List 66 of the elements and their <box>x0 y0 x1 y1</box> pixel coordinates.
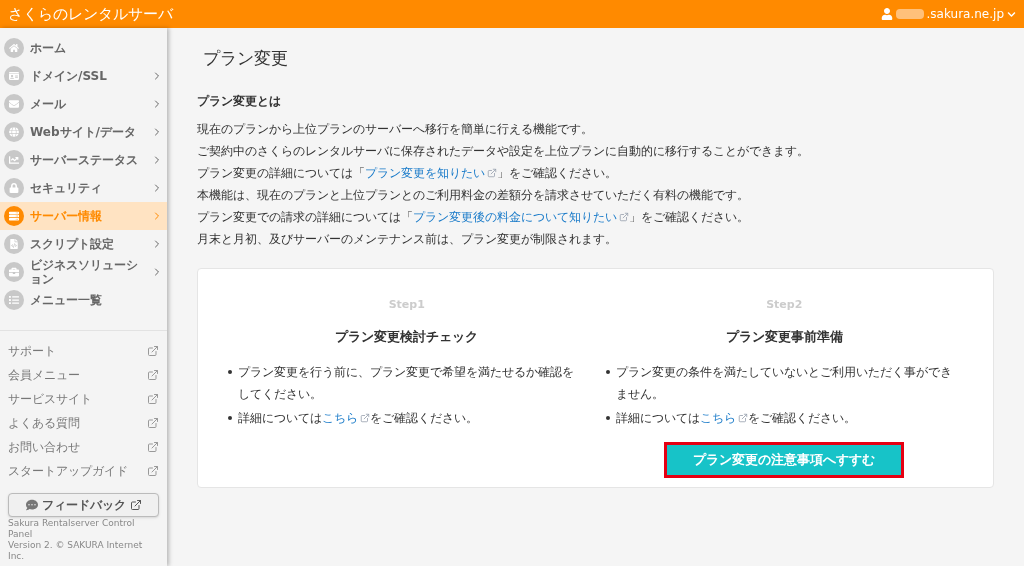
link[interactable]: プラン変更を知りたい <box>365 161 497 184</box>
paragraph: プラン変更の条件を満たしていないとご利用いただく事ができません。 <box>615 363 953 403</box>
external-link-icon <box>619 211 629 222</box>
nav-item[interactable]: メニュー一覧 <box>0 286 167 314</box>
paragraph: 現在のプランから上位プランのサーバーへ移行を簡単に行える機能です。 <box>197 120 594 138</box>
link[interactable]: こちら <box>699 406 748 429</box>
blurred-block <box>895 9 924 19</box>
external-link-icon <box>147 417 159 429</box>
chart-icon <box>4 150 24 170</box>
bullet-icon <box>228 415 232 420</box>
external-link-icon <box>487 167 497 178</box>
bullet-icon <box>605 369 610 374</box>
paragraph: プラン変更を行う前に、プラン変更で希望を満たせるか確認をしてください。 <box>238 363 575 403</box>
external-link-icon <box>737 412 748 423</box>
nav-item[interactable]: サーバーステータス <box>0 146 167 174</box>
caret-icon <box>1007 9 1016 19</box>
feedback-button[interactable]: フィードバック <box>8 493 159 517</box>
bullet-icon <box>605 415 610 420</box>
external-link-icon <box>360 412 370 423</box>
external-link-icon <box>147 465 159 477</box>
footer-text: Version 2. © SAKURA Internet Inc. <box>8 540 144 562</box>
page-title: プラン変更 <box>202 47 289 70</box>
sidebar-link[interactable]: 会員メニュー <box>0 363 167 387</box>
section-title: プラン変更とは <box>197 92 282 110</box>
sidebar-link[interactable]: よくある質問 <box>0 411 167 435</box>
nav-item[interactable]: Webサイト/データ <box>0 118 167 146</box>
paragraph: ご契約中のさくらのレンタルサーバに保存されたデータや設定を上位プランに自動的に移行することができます。 <box>197 142 810 160</box>
nav-item[interactable]: スクリプト設定 <box>0 230 167 258</box>
nav-item[interactable]: セキュリティ <box>0 174 167 202</box>
sidebar-link[interactable]: スタートアップガイド <box>0 459 167 483</box>
paragraph: 詳細についてはこちら をご確認ください。 <box>615 406 856 429</box>
step-title: プラン変更事前準備 <box>724 328 844 346</box>
bullet-icon <box>228 369 232 374</box>
server-icon <box>4 206 24 226</box>
card-icon <box>4 66 24 86</box>
nav-item[interactable]: メール <box>0 90 167 118</box>
app-title: さくらのレンタルサーバ <box>8 3 173 25</box>
envelope-icon <box>4 94 24 114</box>
sidebar-link[interactable]: お問い合わせ <box>0 435 167 459</box>
external-link-icon <box>129 499 142 511</box>
link[interactable]: プラン変更後の料金について知りたい <box>413 205 629 228</box>
paragraph: 月末と月初、及びサーバーのメンテナンス前は、プラン変更が制限されます。 <box>197 230 618 248</box>
link[interactable]: こちら <box>322 406 370 429</box>
paragraph: プラン変更の詳細については「プラン変更を知りたい 」をご確認ください。 <box>197 161 994 184</box>
nav-item[interactable]: ドメイン/SSL <box>0 62 167 90</box>
house-icon <box>4 38 24 58</box>
lock-icon <box>4 178 24 198</box>
speech-bubble-icon <box>25 499 38 511</box>
nav-item[interactable]: ビジネスソリューション <box>0 258 167 286</box>
footer-text: Sakura Rentalserver Control Panel <box>8 518 136 540</box>
file-icon <box>4 234 24 254</box>
external-link-icon <box>147 345 159 357</box>
sidebar-link[interactable]: サービスサイト <box>0 387 167 411</box>
globe-icon <box>4 122 24 142</box>
nav-item[interactable]: ホーム <box>0 34 167 62</box>
paragraph: 詳細についてはこちら をご確認ください。 <box>238 406 478 429</box>
paragraph: プラン変更での請求の詳細については「プラン変更後の料金について知りたい 」をご確認ください。 <box>197 205 994 228</box>
user-icon <box>880 8 893 20</box>
paragraph: 本機能は、現在のプランと上位プランとのご利用料金の差額分を請求させていただく有料の機能です。 <box>197 186 750 204</box>
step-title: プラン変更検討チェック <box>334 328 480 346</box>
briefcase-icon <box>4 262 24 282</box>
sidebar-link[interactable]: サポート <box>0 339 167 363</box>
external-link-icon <box>147 441 159 453</box>
list-icon <box>4 290 24 310</box>
external-link-icon <box>147 369 159 381</box>
external-link-icon <box>147 393 159 405</box>
